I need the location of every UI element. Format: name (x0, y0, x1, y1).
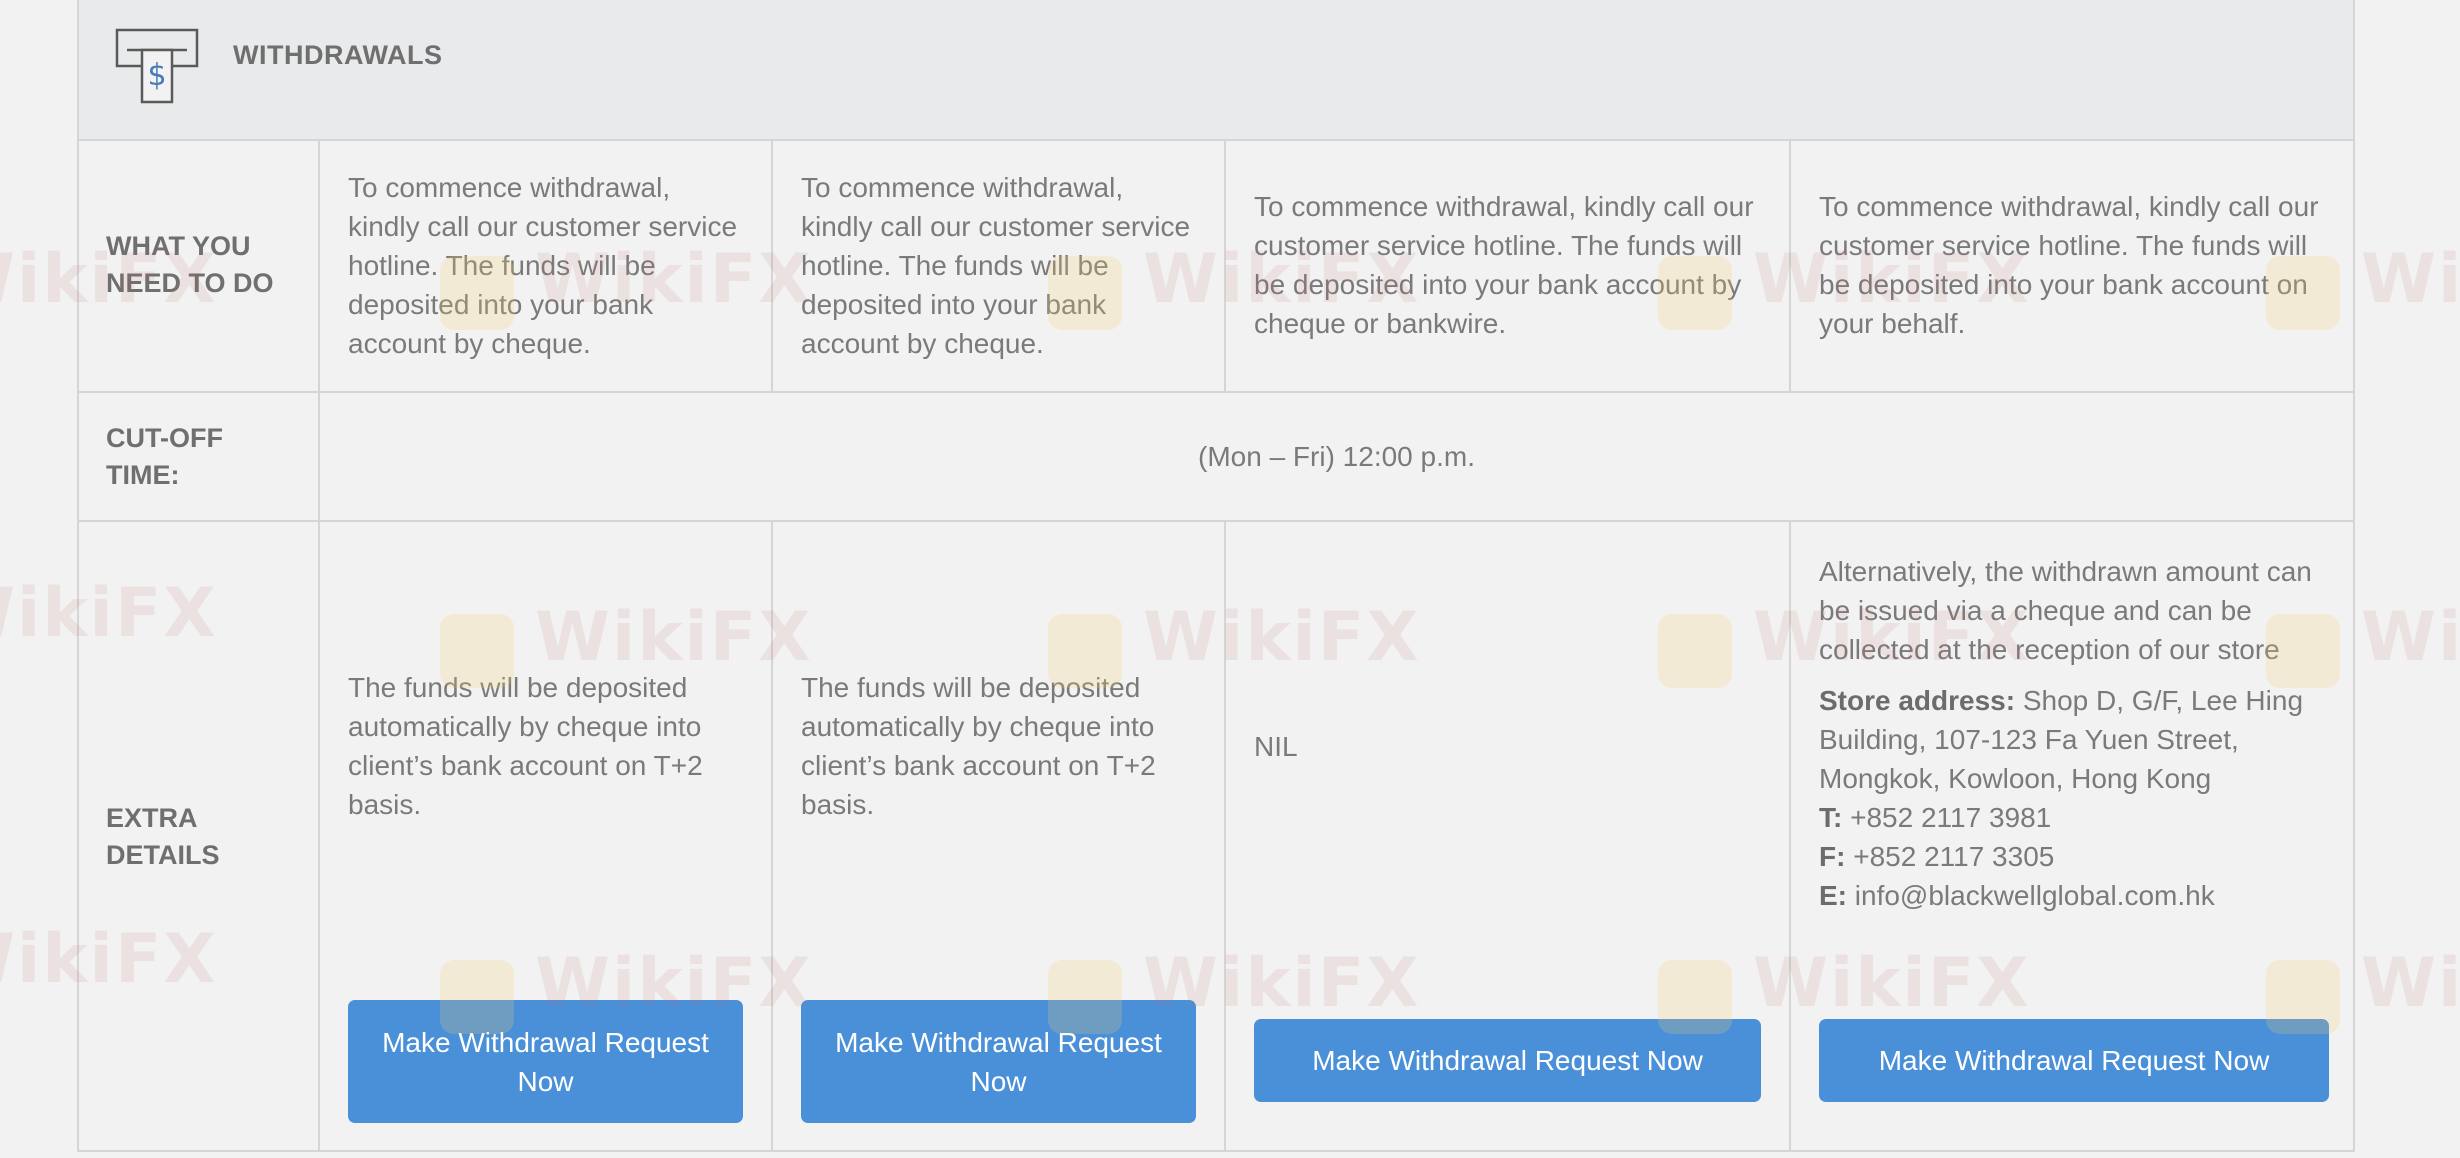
watermark: WikiFX (2361, 240, 2460, 319)
table-cell: The funds will be deposited automaticall… (320, 522, 773, 1152)
store-email: E: info@blackwellglobal.com.hk (1819, 880, 2215, 911)
row-label: CUT-OFF TIME: (79, 393, 320, 520)
store-address: Store address: Shop D, G/F, Lee Hing Bui… (1819, 685, 2304, 794)
cutoff-time-row: CUT-OFF TIME: (Mon – Fri) 12:00 p.m. (79, 393, 2353, 522)
table-cell: To commence withdrawal, kindly call our … (320, 139, 773, 391)
svg-text:$: $ (147, 58, 166, 93)
table-cell: To commence withdrawal, kindly call our … (1819, 191, 2319, 339)
email-link[interactable]: info@blackwellglobal.com.hk (1855, 880, 2215, 911)
row-label: WHAT YOU NEED TO DO (79, 139, 320, 391)
make-withdrawal-request-button[interactable]: Make Withdrawal Request Now (348, 1000, 743, 1123)
watermark: WikiFX (2361, 944, 2460, 1023)
atm-dollar-icon: $ (115, 28, 199, 104)
cutoff-time-value: (Mon – Fri) 12:00 p.m. (1198, 440, 1475, 472)
withdrawals-panel: $ WITHDRAWALS WHAT YOU NEED TO DO To com… (77, 0, 2355, 1152)
table-cell: NIL Make Withdrawal Request Now (1226, 522, 1791, 1152)
table-cell: To commence withdrawal, kindly call our … (773, 139, 1226, 391)
make-withdrawal-request-button[interactable]: Make Withdrawal Request Now (801, 1000, 1196, 1123)
make-withdrawal-request-button[interactable]: Make Withdrawal Request Now (1819, 1019, 2329, 1102)
store-telephone: T: +852 2117 3981 (1819, 802, 2052, 833)
what-you-need-row: WHAT YOU NEED TO DO To commence withdraw… (79, 139, 2353, 393)
watermark: WikiFX (2361, 598, 2460, 677)
make-withdrawal-request-button[interactable]: Make Withdrawal Request Now (1254, 1019, 1761, 1102)
section-title: WITHDRAWALS (233, 40, 443, 70)
table-cell: To commence withdrawal, kindly call our … (1226, 139, 1791, 391)
store-fax: F: +852 2117 3305 (1819, 841, 2055, 872)
row-label: EXTRA DETAILS (79, 522, 320, 1152)
table-cell: Alternatively, the withdrawn amount can … (1791, 522, 2357, 1152)
extra-details-row: EXTRA DETAILS The funds will be deposite… (79, 522, 2353, 1152)
table-cell: The funds will be deposited automaticall… (773, 522, 1226, 1152)
store-intro: Alternatively, the withdrawn amount can … (1819, 556, 2312, 665)
withdrawals-header: $ WITHDRAWALS (79, 0, 2353, 141)
